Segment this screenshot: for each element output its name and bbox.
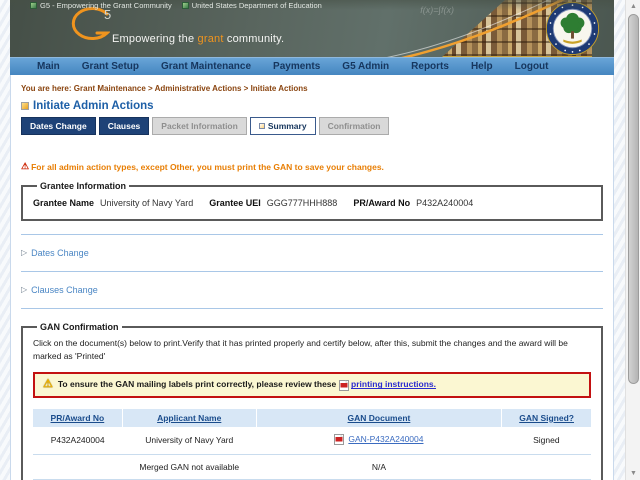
clauses-change-section-label: Clauses Change [31,285,98,295]
grantee-information-legend: Grantee Information [40,181,127,191]
main-navbar: Main Grant Setup Grant Maintenance Payme… [10,57,614,75]
page-title: Initiate Admin Actions [21,100,603,112]
scrollbar-thumb[interactable] [628,14,639,384]
cell-gan-document: GAN-P432A240004 [256,426,502,455]
favicon-icon [181,1,189,9]
table-row: Merged GAN not available N/A [33,454,591,480]
pr-award-no-label: PR/Award No [353,198,411,208]
scroll-down-icon[interactable]: ▼ [626,470,640,477]
dates-change-section-label: Dates Change [31,248,89,258]
gan-document-link[interactable]: GAN-P432A240004 [334,433,424,445]
gan-confirmation-fieldset: GAN Confirmation Click on the document(s… [21,322,603,480]
gan-table: PR/Award No Applicant Name GAN Document … [33,408,591,480]
grantee-uei-label: Grantee UEI [209,198,261,208]
tagline-post: community. [223,33,285,45]
col-header-applicant-name[interactable]: Applicant Name [122,408,257,427]
grantee-name-value: University of Navy Yard [100,198,194,208]
gan-print-warning: ⚠ For all admin action types, except Oth… [21,161,603,173]
divider [21,271,603,272]
breadcrumb: You are here: Grant Maintenance > Admini… [21,75,603,93]
table-row: P432A240004 University of Navy Yard GAN-… [33,426,591,455]
gan-instructions: Click on the document(s) below to print.… [33,338,568,362]
window-title-bar: G5 - Empowering the Grant Community Unit… [10,0,614,10]
tab-clauses[interactable]: Clauses [98,117,150,135]
printing-alert-box: ⚠ To ensure the GAN mailing labels print… [33,372,591,398]
summary-tab-icon [258,123,265,129]
col-header-pr-award-no[interactable]: PR/Award No [33,408,123,427]
favicon-icon [30,1,37,9]
warning-text: For all admin action types, except Other… [31,162,384,172]
pdf-icon [334,433,345,445]
cell-gan-signed: Signed [501,426,591,455]
grantee-uei-value: GGG777HHH888 [266,198,338,208]
nav-item-grant-maintenance[interactable]: Grant Maintenance [150,61,262,72]
tab-dates-change[interactable]: Dates Change [21,117,96,135]
g5-logo: 5 [66,6,111,46]
tab-summary-label: Summary [267,121,307,131]
col-header-gan-document[interactable]: GAN Document [256,408,503,427]
alert-triangle-icon: ⚠ [43,378,53,391]
window-title-text: G5 - Empowering the Grant Community [40,0,172,10]
tab-summary[interactable]: Summary [249,117,316,135]
breadcrumb-label: You are here: [21,84,72,93]
dates-change-section-toggle[interactable]: ▷ Dates Change [21,248,603,258]
banner-tagline: Empowering the grant community. [112,33,284,45]
breadcrumb-path[interactable]: Grant Maintenance > Administrative Actio… [74,84,308,93]
gan-table-header-row: PR/Award No Applicant Name GAN Document … [33,408,591,427]
nav-item-main[interactable]: Main [26,61,71,72]
cell-applicant-name: Merged GAN not available [122,454,257,480]
alert-text-wrap: To ensure the GAN mailing labels print c… [57,379,436,391]
grantee-name-label: Grantee Name [33,198,95,208]
nav-item-payments[interactable]: Payments [262,61,331,72]
gan-document-link-text: GAN-P432A240004 [348,434,424,445]
page-title-text: Initiate Admin Actions [33,100,154,112]
content-area: You are here: Grant Maintenance > Admini… [10,75,614,480]
cell-pr-award-no: P432A240004 [33,426,123,455]
g5-page: G5 - Empowering the Grant Community Unit… [10,0,614,480]
divider [21,308,603,309]
clauses-change-section-toggle[interactable]: ▷ Clauses Change [21,285,603,295]
cell-gan-signed [501,454,591,480]
nav-item-g5-admin[interactable]: G5 Admin [331,61,400,72]
tab-bar: Dates Change Clauses Packet Information … [21,117,603,135]
nav-item-grant-setup[interactable]: Grant Setup [71,61,150,72]
window-title-text: United States Department of Education [191,0,322,10]
nav-item-help[interactable]: Help [460,61,504,72]
warning-icon: ⚠ [21,161,30,171]
form-icon [21,102,29,110]
nav-item-logout[interactable]: Logout [504,61,560,72]
g5-logo-number: 5 [104,7,112,22]
tagline-highlight: grant [197,33,224,45]
grantee-information-fieldset: Grantee Information Grantee Name Univers… [21,181,603,221]
alert-text: To ensure the GAN mailing labels print c… [57,379,337,390]
cell-applicant-name: University of Navy Yard [122,426,257,455]
tab-packet-information: Packet Information [152,117,247,135]
printing-instructions-link[interactable]: printing instructions. [351,379,436,389]
banner: G5 - Empowering the Grant Community Unit… [10,0,614,57]
window-title-doe: United States Department of Education [181,0,322,10]
pr-award-no-value: P432A240004 [416,198,474,208]
collapsed-triangle-icon: ▷ [21,248,28,257]
nav-item-reports[interactable]: Reports [400,61,460,72]
tagline-pre: Empowering the [112,33,198,45]
cell-gan-document: N/A [256,454,502,480]
col-header-gan-signed[interactable]: GAN Signed? [501,408,591,427]
vertical-scrollbar[interactable]: ▲ ▼ [625,0,640,480]
cell-pr-award-no [33,454,123,480]
window-title-g5: G5 - Empowering the Grant Community [30,1,172,10]
gan-confirmation-legend: GAN Confirmation [40,322,119,332]
scroll-up-icon[interactable]: ▲ [626,3,640,10]
divider [21,234,603,235]
collapsed-triangle-icon: ▷ [21,285,28,294]
grantee-fields: Grantee Name University of Navy Yard Gra… [33,198,591,208]
browser-viewport: G5 - Empowering the Grant Community Unit… [0,0,640,480]
tab-confirmation: Confirmation [318,117,390,135]
pdf-icon [338,379,349,391]
